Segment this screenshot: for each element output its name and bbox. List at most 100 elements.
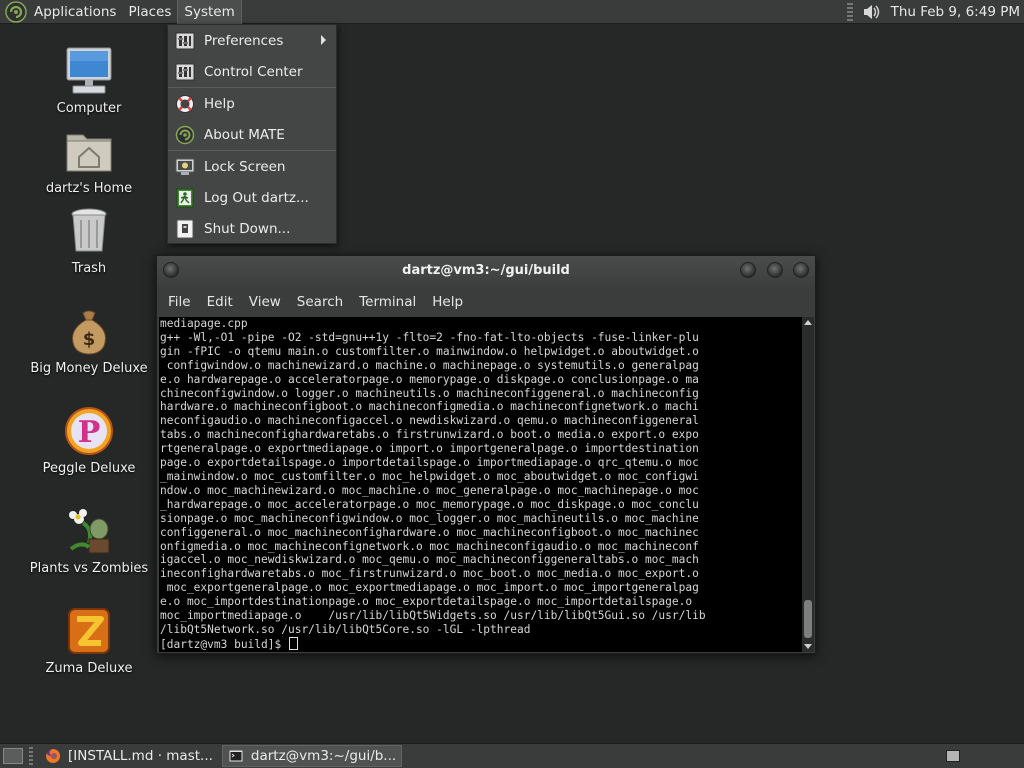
window-titlebar[interactable]: dartz@vm3:~/gui/build [157, 256, 815, 286]
workspace-switcher[interactable] [946, 750, 960, 762]
firefox-icon [46, 748, 61, 763]
terminal-line: g++ -Wl,-O1 -pipe -O2 -std=gnu++1y -flto… [160, 330, 699, 344]
desktop-icon-label: Zuma Deluxe [45, 661, 133, 676]
scrollbar-thumb[interactable] [804, 600, 812, 638]
help-icon [176, 94, 194, 113]
menu-file[interactable]: File [160, 294, 199, 310]
terminal-line: configwindow.o machinewizard.o machine.o… [160, 358, 699, 372]
clock[interactable]: Thu Feb 9, 6:49 PM [891, 4, 1020, 20]
volume-icon[interactable] [861, 2, 881, 22]
taskbar-item-firefox[interactable]: [INSTALL.md · mast... [39, 745, 219, 767]
desktop-icon-label: dartz's Home [45, 181, 133, 196]
log-out-icon [176, 188, 194, 207]
trash-icon [71, 208, 107, 252]
menu-item-label: Preferences [204, 32, 284, 49]
terminal-text: mediapage.cpp g++ -Wl,-O1 -pipe -O2 -std=… [159, 317, 802, 652]
desktop-icon-label: Plants vs Zombies [29, 561, 149, 576]
menu-item-label: About MATE [204, 126, 285, 143]
maximize-button[interactable] [767, 262, 783, 278]
terminal-line: neconfigaudio.o machineconfigaccel.o new… [160, 414, 699, 428]
menu-item-label: Shut Down... [204, 220, 291, 237]
terminal-line: _mainwindow.o moc_customfilter.o moc_hel… [160, 469, 699, 483]
minimize-button[interactable] [740, 262, 756, 278]
desktop-icon-computer[interactable]: Computer [29, 45, 149, 116]
panel-handle[interactable] [846, 3, 853, 21]
terminal-prompt-line: [dartz@vm3 build]$ [160, 636, 802, 652]
terminal-scrollbar[interactable] [802, 317, 814, 652]
terminal-line: /libQt5Network.so /usr/lib/libQt5Core.so… [160, 622, 531, 636]
terminal-output[interactable]: mediapage.cpp g++ -Wl,-O1 -pipe -O2 -std=… [159, 317, 802, 652]
desktop-icon-zuma[interactable]: Zuma Deluxe [29, 605, 149, 676]
svg-text:P: P [78, 415, 101, 450]
terminal-line: moc_exportgeneralpage.o moc_exportmediap… [160, 581, 699, 595]
menu-item-preferences[interactable]: Preferences [168, 25, 336, 56]
control-center-icon [175, 63, 195, 80]
desktop-icon-plants-vs-zombies[interactable]: Plants vs Zombies [29, 505, 149, 576]
menu-item-log-out[interactable]: Log Out dartz... [168, 182, 336, 213]
menu-item-label: Log Out dartz... [204, 189, 309, 206]
show-desktop-button[interactable] [3, 748, 23, 764]
menu-item-control-center[interactable]: Control Center [168, 56, 336, 87]
desktop-icon-label: Trash [71, 261, 107, 276]
desktop-icon-home[interactable]: dartz's Home [29, 125, 149, 196]
terminal-line: configgeneral.o moc_machineconfighardwar… [160, 525, 699, 539]
computer-icon [66, 47, 112, 94]
desktop-icon-label: Big Money Deluxe [30, 361, 148, 376]
menu-item-shut-down[interactable]: Shut Down... [168, 213, 336, 244]
desktop-icon-big-money[interactable]: $ Big Money Deluxe [29, 305, 149, 376]
shell-prompt: [dartz@vm3 build]$ [160, 637, 288, 651]
menu-item-about-mate[interactable]: About MATE [168, 119, 336, 150]
terminal-icon [228, 749, 244, 763]
desktop-icon-peggle[interactable]: P Peggle Deluxe [29, 405, 149, 476]
desktop-icon-trash[interactable]: Trash [29, 205, 149, 276]
terminal-line: e.o moc_importdestinationpage.o moc_expo… [160, 595, 699, 609]
home-folder-icon [66, 134, 112, 172]
text-cursor [288, 636, 298, 650]
shut-down-icon [176, 219, 194, 238]
mate-logo-icon [175, 125, 195, 144]
system-menu[interactable]: System [177, 0, 242, 24]
terminal-line: ineconfighardwaretabs.o moc_firstrunwiza… [160, 567, 699, 581]
lock-screen-icon [175, 158, 195, 175]
mate-logo-icon[interactable] [5, 0, 27, 23]
scroll-up-arrow-icon[interactable] [804, 320, 812, 325]
scroll-down-arrow-icon[interactable] [804, 644, 812, 649]
menu-terminal[interactable]: Terminal [351, 294, 424, 310]
terminal-line: sionpage.o moc_machineconfigwindow.o moc… [160, 511, 699, 525]
top-panel: Applications Places System Thu Feb 9, 6:… [0, 0, 1024, 24]
desktop-icon-label: Peggle Deluxe [42, 461, 136, 476]
applications-menu[interactable]: Applications [28, 0, 122, 24]
menu-item-help[interactable]: Help [168, 88, 336, 119]
taskbar-item-terminal[interactable]: dartz@vm3:~/gui/b... [221, 745, 403, 767]
terminal-menubar: File Edit View Search Terminal Help [157, 286, 815, 317]
places-menu[interactable]: Places [122, 0, 177, 24]
terminal-line: rtgeneralpage.o exportmediapage.o import… [160, 442, 699, 456]
terminal-line: ndow.o moc_machinewizard.o moc_machine.o… [160, 483, 699, 497]
close-button[interactable] [793, 262, 809, 278]
terminal-line: page.o exportdetailspage.o importdetails… [160, 456, 699, 470]
menu-item-lock-screen[interactable]: Lock Screen [168, 151, 336, 182]
menu-view[interactable]: View [241, 294, 289, 310]
peggle-icon: P [65, 407, 113, 455]
terminal-window[interactable]: dartz@vm3:~/gui/build File Edit View Sea… [156, 255, 816, 654]
terminal-line: moc_importmediapage.o /usr/lib/libQt5Wid… [160, 609, 706, 623]
terminal-line: e.o hardwarepage.o acceleratorpage.o mem… [160, 372, 699, 386]
menu-item-label: Control Center [204, 63, 303, 80]
system-menu-dropdown: Preferences Control Center Help About MA… [167, 24, 337, 244]
bottom-panel: [INSTALL.md · mast... dartz@vm3:~/gui/b.… [0, 743, 1024, 768]
zuma-icon [68, 608, 110, 654]
menu-help[interactable]: Help [424, 294, 471, 310]
plants-vs-zombies-icon [69, 509, 110, 554]
terminal-line: tabs.o machineconfighardwaretabs.o first… [160, 428, 699, 442]
desktop-icon-label: Computer [56, 101, 122, 116]
panel-handle[interactable] [29, 747, 33, 765]
terminal-line: gin -fPIC -o qtemu main.o customfilter.o… [160, 344, 699, 358]
terminal-line: chineconfigwindow.o logger.o machineutil… [160, 386, 699, 400]
menu-item-label: Lock Screen [204, 158, 286, 175]
menu-edit[interactable]: Edit [199, 294, 241, 310]
menu-search[interactable]: Search [289, 294, 351, 310]
money-bag-icon: $ [72, 310, 106, 355]
terminal-line: mediapage.cpp [160, 317, 248, 330]
preferences-icon [175, 32, 195, 49]
terminal-line: igaccel.o moc_newdiskwizard.o moc_qemu.o… [160, 553, 699, 567]
